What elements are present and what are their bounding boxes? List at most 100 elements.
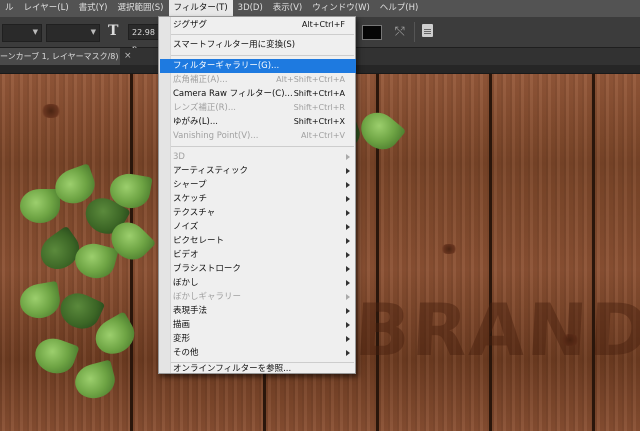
wood-plank: [595, 74, 640, 431]
menu-view[interactable]: 表示(V): [268, 0, 307, 17]
submenu-arrow-icon: [346, 308, 350, 314]
menu-item-label: スマートフィルター用に変換(S): [173, 40, 296, 50]
menu-item-blur[interactable]: ぼかし: [171, 276, 355, 290]
menu-item-label: 3D: [173, 152, 185, 162]
menu-item-label: 表現手法: [173, 306, 208, 316]
menu-item-sharpen[interactable]: シャープ: [171, 178, 355, 192]
menu-item-label: テクスチャ: [173, 208, 216, 218]
menu-item-liquify[interactable]: ゆがみ(L)... Shift+Ctrl+X: [171, 115, 355, 129]
menu-item-label: 広角補正(A)...: [173, 75, 228, 85]
menu-item-distort[interactable]: 変形: [171, 332, 355, 346]
wood-knot: [40, 104, 62, 118]
menu-separator: [171, 34, 354, 35]
chevron-down-icon: ▼: [32, 28, 38, 36]
menu-3d[interactable]: 3D(D): [233, 0, 268, 17]
menu-item-label: レンズ補正(R)...: [173, 103, 236, 113]
menu-item-lens-correction[interactable]: レンズ補正(R)... Shift+Ctrl+R: [171, 101, 355, 115]
font-size-field[interactable]: 22.98 p: [128, 24, 160, 53]
menu-item-label: ぼかし: [173, 278, 199, 288]
menu-layer[interactable]: レイヤー(L): [19, 0, 74, 17]
filter-menu: ジグザグ Alt+Ctrl+F スマートフィルター用に変換(S) フィルターギャ…: [158, 16, 356, 374]
menu-item-brush-strokes[interactable]: ブラシストローク: [171, 262, 355, 276]
menu-item-label: ノイズ: [173, 222, 199, 232]
submenu-arrow-icon: [346, 322, 350, 328]
submenu-arrow-icon: [346, 210, 350, 216]
menu-item-label: シャープ: [173, 180, 207, 190]
menu-separator: [171, 55, 354, 56]
menu-item-sketch[interactable]: スケッチ: [171, 192, 355, 206]
menu-item-noise[interactable]: ノイズ: [171, 220, 355, 234]
menu-item-label: ブラシストローク: [173, 264, 241, 274]
submenu-arrow-icon: [346, 252, 350, 258]
menu-item-blur-gallery[interactable]: ぼかしギャラリー: [171, 290, 355, 304]
menu-item-pixelate[interactable]: ピクセレート: [171, 234, 355, 248]
menu-item-shortcut: Alt+Ctrl+F: [301, 20, 345, 29]
submenu-arrow-icon: [346, 350, 350, 356]
menu-item-3d[interactable]: 3D: [171, 150, 355, 164]
menu-item-shortcut: Shift+Ctrl+R: [293, 103, 345, 112]
menu-item-label: 描画: [173, 320, 191, 330]
menu-item-label: ジグザグ: [173, 20, 208, 30]
menu-item-last-filter[interactable]: ジグザグ Alt+Ctrl+F: [171, 18, 355, 32]
menu-item-label: アーティスティック: [173, 166, 248, 176]
font-size-icon: T: [108, 23, 119, 39]
menu-type-partial[interactable]: ル: [0, 0, 19, 17]
wood-plank: [492, 74, 592, 431]
warp-text-icon[interactable]: ⤲: [395, 24, 405, 39]
menu-bar: ル レイヤー(L) 書式(Y) 選択範囲(S) フィルター(T) 3D(D) 表…: [0, 0, 640, 17]
menu-item-adaptive-wide-angle[interactable]: 広角補正(A)... Alt+Shift+Ctrl+A: [171, 73, 355, 87]
menu-item-label: Vanishing Point(V)...: [173, 131, 259, 141]
submenu-arrow-icon: [346, 168, 350, 174]
menu-item-texture[interactable]: テクスチャ: [171, 206, 355, 220]
submenu-arrow-icon: [346, 182, 350, 188]
font-style-select[interactable]: ▼: [46, 24, 100, 42]
submenu-arrow-icon: [346, 238, 350, 244]
menu-item-artistic[interactable]: アーティスティック: [171, 164, 355, 178]
menu-item-camera-raw[interactable]: Camera Raw フィルター(C)... Shift+Ctrl+A: [171, 87, 355, 101]
menu-item-label: ぼかしギャラリー: [173, 292, 242, 302]
menu-item-label: ピクセレート: [173, 236, 225, 246]
menu-item-other[interactable]: その他: [171, 346, 355, 360]
submenu-arrow-icon: [346, 154, 350, 160]
menu-item-shortcut: Shift+Ctrl+A: [293, 89, 345, 98]
menu-select[interactable]: 選択範囲(S): [112, 0, 168, 17]
menu-item-video[interactable]: ビデオ: [171, 248, 355, 262]
menu-item-label: オンラインフィルターを参照...: [173, 364, 292, 374]
menu-item-shortcut: Alt+Ctrl+V: [301, 131, 345, 140]
menu-item-convert-smart-filter[interactable]: スマートフィルター用に変換(S): [171, 38, 355, 52]
menu-item-label: Camera Raw フィルター(C)...: [173, 89, 293, 99]
character-panel-icon[interactable]: [422, 24, 433, 37]
menu-item-render[interactable]: 描画: [171, 318, 355, 332]
menu-item-label: スケッチ: [173, 194, 208, 204]
text-color-swatch[interactable]: [362, 25, 382, 40]
divider: [414, 22, 415, 42]
submenu-arrow-icon: [346, 294, 350, 300]
menu-item-vanishing-point[interactable]: Vanishing Point(V)... Alt+Ctrl+V: [171, 129, 355, 143]
menu-item-label: フィルターギャラリー(G)...: [173, 61, 280, 71]
menu-help[interactable]: ヘルプ(H): [375, 0, 424, 17]
submenu-arrow-icon: [346, 336, 350, 342]
submenu-arrow-icon: [346, 280, 350, 286]
menu-item-label: その他: [173, 348, 199, 358]
menu-separator: [171, 146, 354, 147]
menu-item-stylize[interactable]: 表現手法: [171, 304, 355, 318]
menu-item-filter-gallery[interactable]: フィルターギャラリー(G)...: [160, 59, 356, 73]
menu-item-browse-online-filters[interactable]: オンラインフィルターを参照...: [171, 361, 355, 374]
menu-type[interactable]: 書式(Y): [74, 0, 113, 17]
chevron-down-icon: ▼: [90, 28, 96, 36]
font-family-select[interactable]: ▼: [2, 24, 42, 42]
menu-item-label: ビデオ: [173, 250, 199, 260]
close-icon[interactable]: ×: [124, 48, 132, 65]
brand-text: BRAND: [352, 288, 640, 372]
submenu-arrow-icon: [346, 224, 350, 230]
submenu-arrow-icon: [346, 196, 350, 202]
menu-item-shortcut: Alt+Shift+Ctrl+A: [276, 75, 345, 84]
ivy-leaf: [20, 189, 60, 223]
menu-item-label: ゆがみ(L)...: [173, 117, 218, 127]
menu-window[interactable]: ウィンドウ(W): [307, 0, 375, 17]
menu-item-label: 変形: [173, 334, 191, 344]
menu-filter[interactable]: フィルター(T): [168, 0, 233, 17]
menu-item-shortcut: Shift+Ctrl+X: [293, 117, 345, 126]
document-tab[interactable]: ーンカーブ 1, レイヤーマスク/8) *: [0, 48, 120, 65]
wood-knot: [440, 244, 458, 254]
